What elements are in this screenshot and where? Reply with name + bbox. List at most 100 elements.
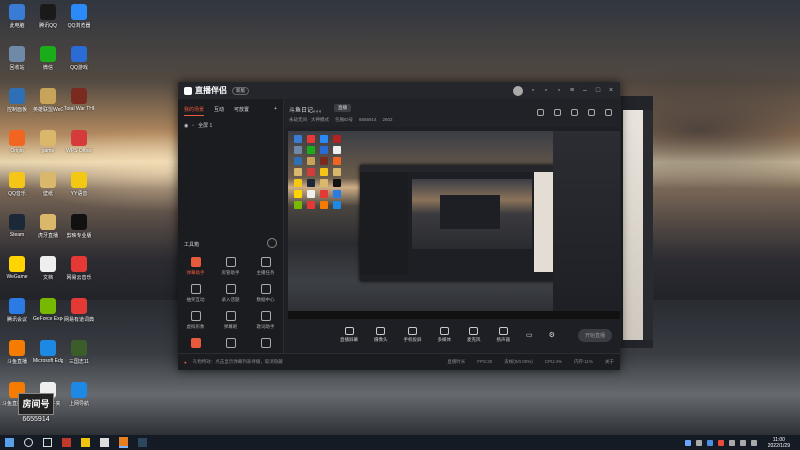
desktop-icon[interactable]: 回收站: [2, 46, 32, 71]
steam-taskbar-icon[interactable]: [138, 438, 147, 447]
desktop-icon[interactable]: QQ浏览器: [64, 4, 94, 29]
stat-about[interactable]: 关于: [605, 359, 614, 365]
desktop-icon[interactable]: 微信: [33, 46, 63, 71]
tab-interact[interactable]: 互动: [214, 106, 224, 116]
tool-item[interactable]: [213, 338, 248, 351]
tool-item[interactable]: 数据中心: [248, 284, 283, 303]
shield-icon[interactable]: ▫: [556, 87, 562, 94]
camera-button[interactable]: 摄像头: [374, 327, 388, 343]
scene-label: 全屏 1: [198, 123, 213, 129]
tray-app-icon[interactable]: [717, 439, 724, 446]
message-icon[interactable]: ▫: [530, 87, 536, 94]
tool-item[interactable]: [178, 338, 213, 351]
phone-cast-button[interactable]: 手机投屏: [404, 327, 422, 343]
gift-icon[interactable]: [571, 109, 578, 116]
media-button[interactable]: 多媒体: [438, 327, 451, 343]
tool-item[interactable]: 虚拟形象: [178, 311, 213, 330]
menu-icon[interactable]: ≡: [569, 87, 575, 94]
tool-item[interactable]: 歌词助手: [248, 311, 283, 330]
desktop-icon[interactable]: WPS Office: [64, 130, 94, 154]
go-live-button[interactable]: 开始直播: [577, 328, 612, 342]
tab-placeable[interactable]: 可放置: [234, 106, 249, 116]
tool-item[interactable]: 抽奖互动: [178, 284, 213, 303]
desktop-icon[interactable]: Total War THREE KI...: [64, 88, 94, 112]
desktop-icon[interactable]: 文档: [33, 256, 63, 281]
stream-preview[interactable]: [288, 131, 620, 319]
warning-icon: ●: [184, 359, 187, 365]
calendar-icon[interactable]: [100, 438, 109, 447]
desktop-icon[interactable]: QQ音乐: [2, 172, 32, 197]
minimize-icon[interactable]: –: [582, 87, 588, 94]
desktop-icon[interactable]: 控制面板: [2, 88, 32, 113]
preview-icon: [333, 157, 341, 165]
tray-app-icon[interactable]: [684, 439, 691, 446]
desktop-icon[interactable]: GeForce Experience: [33, 298, 63, 322]
desktop-icon[interactable]: 上网导航: [64, 382, 94, 407]
streaming-app-taskbar-icon[interactable]: [119, 437, 128, 448]
windows-start-icon[interactable]: [5, 438, 14, 447]
desktop-icon[interactable]: 虎牙直播: [33, 214, 63, 239]
microphone-button[interactable]: 麦克风: [467, 327, 481, 343]
tool-item[interactable]: 房管助手: [213, 257, 248, 276]
desktop-icon[interactable]: 腾讯QQ: [33, 4, 63, 29]
background-window[interactable]: [620, 96, 653, 348]
ime-icon[interactable]: [750, 439, 757, 446]
desktop-icon[interactable]: Origin: [2, 130, 32, 154]
stream-title-button[interactable]: 直播: [334, 104, 351, 112]
more-icon[interactable]: [267, 238, 277, 248]
tool-item[interactable]: 弹幕助手: [178, 257, 213, 276]
share-screen-icon[interactable]: [554, 109, 561, 116]
tray-chevron-icon[interactable]: [695, 439, 702, 446]
desktop-icon-label: 虎牙直播: [37, 233, 58, 239]
close-icon[interactable]: ×: [608, 87, 614, 94]
desktop-icon[interactable]: YY语音: [64, 172, 94, 197]
preview-icon: [320, 201, 328, 209]
search-icon[interactable]: [24, 438, 33, 447]
tool-item[interactable]: [248, 338, 283, 351]
add-icon[interactable]: +: [274, 106, 277, 116]
tool-item[interactable]: 录入话题: [213, 284, 248, 303]
share-icon[interactable]: [605, 109, 612, 116]
eye-icon[interactable]: ◉: [184, 123, 188, 129]
settings-icon[interactable]: ⚙: [549, 331, 555, 339]
screen-capture-button[interactable]: 直播屏幕: [340, 327, 358, 343]
avatar[interactable]: [513, 85, 523, 96]
desktop-icon[interactable]: Steam: [2, 214, 32, 238]
task-view-icon[interactable]: [43, 438, 52, 447]
store-icon[interactable]: [62, 438, 71, 447]
clock[interactable]: 11:00 2022/1/29: [768, 437, 790, 449]
network-icon[interactable]: [728, 439, 735, 446]
desktop-icon[interactable]: 三国志11: [64, 340, 94, 365]
tab-scenes[interactable]: 我的场景: [184, 106, 205, 116]
streaming-app-window[interactable]: 直播伴侣 新版 ▫ ▫ ▫ ≡ – □ × 我的场景 互动 可放置 + ◉ ▫ …: [178, 82, 620, 370]
record-icon[interactable]: ▭: [526, 331, 533, 339]
volume-icon[interactable]: [739, 439, 746, 446]
home-icon[interactable]: [537, 109, 544, 116]
desktop-icon[interactable]: WeGame: [2, 256, 32, 280]
desktop-icon[interactable]: 腾讯会议: [2, 298, 32, 323]
desktop-icon[interactable]: 网易云音乐: [64, 256, 94, 281]
screen-icon[interactable]: ▫: [543, 87, 549, 94]
desktop-icon[interactable]: 网易有道词典: [64, 298, 94, 323]
tool-item[interactable]: 主播任务: [248, 257, 283, 276]
maximize-icon[interactable]: □: [595, 87, 601, 94]
desktop-icon[interactable]: 英雄联盟WeGame版: [33, 88, 63, 113]
stream-category[interactable]: 永劫无间 · 大神模式: [289, 117, 329, 123]
tray-shield-icon[interactable]: [706, 439, 713, 446]
desktop-icon[interactable]: Microsoft Edge: [33, 340, 63, 364]
file-explorer-icon[interactable]: [81, 438, 90, 447]
tool-item[interactable]: 弹幕姬: [213, 311, 248, 330]
scene-item[interactable]: ◉ ▫ 全屏 1: [178, 116, 283, 135]
desktop-icon[interactable]: 斗鱼直播: [2, 340, 32, 365]
speaker-button[interactable]: 扬声器: [497, 327, 510, 343]
lock-icon[interactable]: ▫: [192, 123, 194, 129]
desktop-icon[interactable]: 剪映专业版: [64, 214, 94, 239]
desktop-icon[interactable]: game: [33, 130, 63, 154]
version-badge[interactable]: 新版: [232, 86, 249, 95]
stream-title[interactable]: 斗鱼日记。。。: [289, 105, 325, 114]
desktop-icon[interactable]: 壁纸: [33, 172, 63, 197]
desktop-icon[interactable]: QQ游戏: [64, 46, 94, 71]
bell-icon[interactable]: [588, 109, 595, 116]
desktop-icon[interactable]: 此电脑: [2, 4, 32, 29]
desktop-icon-label: game: [41, 148, 55, 154]
